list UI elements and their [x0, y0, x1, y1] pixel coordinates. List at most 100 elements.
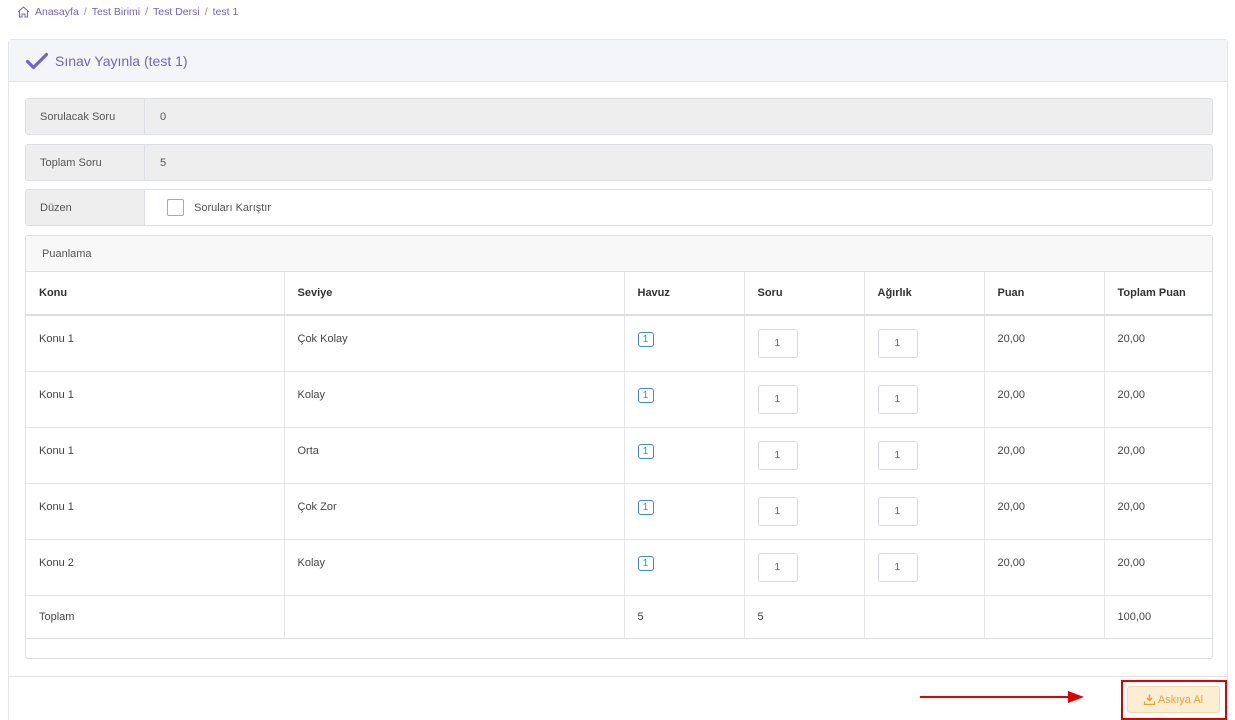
table-row: Konu 1 Kolay 1 20,00 20,00: [26, 371, 1212, 428]
breadcrumb: Anasayfa / Test Birimi / Test Dersi / te…: [17, 4, 238, 20]
question-count-input[interactable]: [757, 440, 798, 470]
score-cell: 20,00: [984, 427, 1105, 484]
column-header-score: Puan: [984, 272, 1105, 316]
shuffle-checkbox[interactable]: [167, 199, 184, 216]
shuffle-option: Soruları Karıştır: [145, 199, 271, 216]
card-footer-divider: [9, 676, 1227, 677]
table-row: Konu 1 Çok Zor 1 20,00 20,00: [26, 483, 1212, 540]
question-count-input[interactable]: [757, 384, 798, 414]
publish-exam-card: Sınav Yayınla (test 1) Sorulacak Soru 0 …: [8, 39, 1228, 720]
weight-cell: [864, 539, 985, 596]
total-score-cell: 20,00: [1104, 539, 1212, 596]
total-weight-cell: [864, 595, 985, 639]
breadcrumb-separator: /: [204, 6, 208, 18]
total-pool-cell: 5: [624, 595, 745, 639]
topic-cell: Konu 2: [26, 539, 285, 596]
level-cell: Çok Zor: [284, 483, 625, 540]
question-count-input[interactable]: [757, 496, 798, 526]
pool-count-badge[interactable]: 1: [637, 499, 654, 515]
total-level-cell: [284, 595, 625, 639]
weight-input[interactable]: [877, 552, 918, 582]
table-row: Konu 2 Kolay 1 20,00 20,00: [26, 539, 1212, 596]
questions-to-ask-label: Sorulacak Soru: [26, 99, 145, 134]
weight-cell: [864, 427, 985, 484]
questions-cell: [744, 427, 865, 484]
download-icon: [1143, 694, 1155, 705]
level-cell: Kolay: [284, 371, 625, 428]
weight-input[interactable]: [877, 440, 918, 470]
breadcrumb-unit[interactable]: Test Birimi: [92, 6, 140, 18]
total-label-cell: Toplam: [26, 595, 285, 639]
weight-input[interactable]: [877, 329, 918, 358]
shuffle-label[interactable]: Soruları Karıştır: [194, 202, 271, 214]
total-score-cell: 20,00: [1104, 315, 1212, 372]
suspend-button-label: Askıya Al: [1157, 693, 1204, 706]
order-label: Düzen: [26, 190, 145, 225]
table-total-row: Toplam 5 5 100,00: [26, 595, 1212, 639]
total-questions-label: Toplam Soru: [26, 145, 145, 180]
score-cell: 20,00: [984, 539, 1105, 596]
pool-count-badge[interactable]: 1: [637, 387, 654, 403]
questions-cell: [744, 539, 865, 596]
topic-cell: Konu 1: [26, 427, 285, 484]
breadcrumb-exam[interactable]: test 1: [213, 6, 239, 18]
weight-cell: [864, 315, 985, 372]
weight-input[interactable]: [877, 384, 918, 414]
total-score-cell: 20,00: [1104, 483, 1212, 540]
scoring-panel: Puanlama Konu Seviye Havuz Soru Ağırlık …: [25, 235, 1213, 659]
weight-cell: [864, 371, 985, 428]
pool-cell: 1: [624, 371, 745, 428]
table-header-row: Konu Seviye Havuz Soru Ağırlık Puan Topl…: [26, 272, 1212, 316]
breadcrumb-separator: /: [83, 6, 87, 18]
column-header-total-score: Toplam Puan: [1104, 272, 1212, 316]
pool-count-badge[interactable]: 1: [637, 555, 654, 571]
home-icon[interactable]: [17, 6, 30, 18]
questions-to-ask-row: Sorulacak Soru 0: [25, 98, 1213, 135]
questions-cell: [744, 315, 865, 372]
level-cell: Orta: [284, 427, 625, 484]
column-header-questions: Soru: [744, 272, 865, 316]
total-score-cell: [984, 595, 1105, 639]
column-header-weight: Ağırlık: [864, 272, 985, 316]
scoring-title: Puanlama: [26, 236, 1212, 272]
questions-cell: [744, 371, 865, 428]
card-header: Sınav Yayınla (test 1): [9, 40, 1227, 82]
scoring-table: Konu Seviye Havuz Soru Ağırlık Puan Topl…: [26, 272, 1212, 639]
check-icon: [26, 52, 48, 69]
topic-cell: Konu 1: [26, 483, 285, 540]
grand-total-score-cell: 100,00: [1104, 595, 1212, 639]
score-cell: 20,00: [984, 315, 1105, 372]
level-cell: Kolay: [284, 539, 625, 596]
level-cell: Çok Kolay: [284, 315, 625, 372]
breadcrumb-course[interactable]: Test Dersi: [153, 6, 200, 18]
question-count-input[interactable]: [757, 552, 798, 582]
total-questions-row: Toplam Soru 5: [25, 144, 1213, 181]
breadcrumb-home[interactable]: Anasayfa: [35, 6, 79, 18]
pool-cell: 1: [624, 539, 745, 596]
pool-cell: 1: [624, 315, 745, 372]
question-count-input[interactable]: [757, 329, 798, 358]
breadcrumb-separator: /: [145, 6, 149, 18]
questions-cell: [744, 483, 865, 540]
weight-cell: [864, 483, 985, 540]
weight-input[interactable]: [877, 496, 918, 526]
pool-cell: 1: [624, 483, 745, 540]
order-row: Düzen Soruları Karıştır: [25, 189, 1213, 226]
score-cell: 20,00: [984, 371, 1105, 428]
topic-cell: Konu 1: [26, 315, 285, 372]
column-header-level: Seviye: [284, 272, 625, 316]
total-questions-value: 5: [160, 156, 167, 169]
pool-count-badge[interactable]: 1: [637, 332, 654, 347]
column-header-topic: Konu: [26, 272, 285, 316]
total-score-cell: 20,00: [1104, 427, 1212, 484]
score-cell: 20,00: [984, 483, 1105, 540]
pool-count-badge[interactable]: 1: [637, 443, 654, 459]
topic-cell: Konu 1: [26, 371, 285, 428]
table-row: Konu 1 Orta 1 20,00 20,00: [26, 427, 1212, 484]
suspend-button[interactable]: Askıya Al: [1127, 686, 1220, 713]
page-title: Sınav Yayınla (test 1): [55, 52, 188, 69]
column-header-pool: Havuz: [624, 272, 745, 316]
red-arrow-annotation: [920, 691, 1084, 703]
pool-cell: 1: [624, 427, 745, 484]
total-score-cell: 20,00: [1104, 371, 1212, 428]
